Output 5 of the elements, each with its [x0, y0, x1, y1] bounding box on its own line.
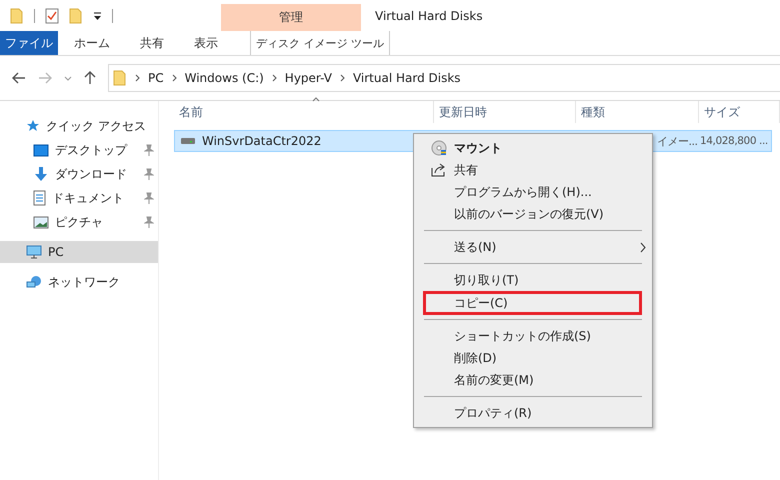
window-title: Virtual Hard Disks [374, 8, 483, 22]
type-cell: イメー... [657, 134, 698, 148]
contextual-tab-group: 管理 [221, 4, 361, 31]
size-cell: 14,028,800 ... [700, 135, 768, 147]
file-name: WinSvrDataCtr2022 [202, 134, 322, 148]
